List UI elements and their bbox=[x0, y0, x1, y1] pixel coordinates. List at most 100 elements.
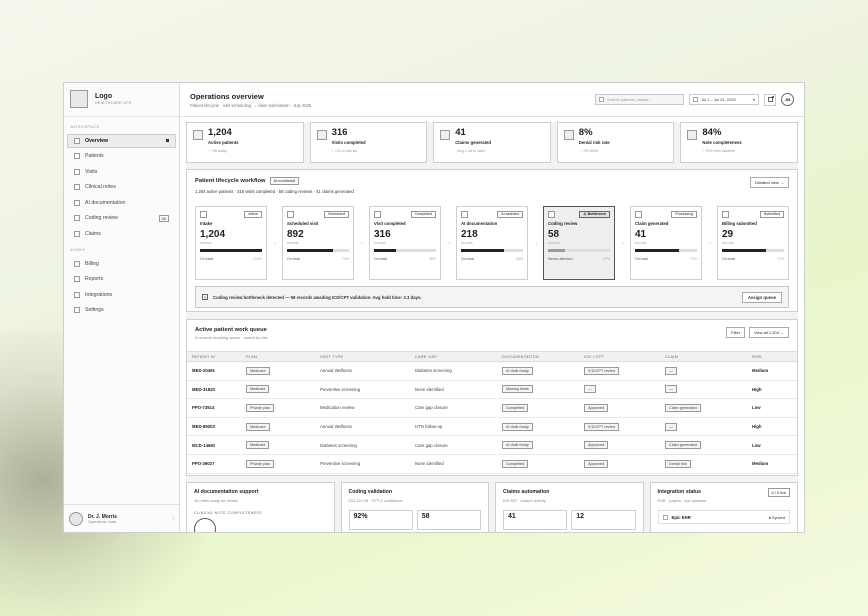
sidebar-item-clinical-notes[interactable]: Clinical notes bbox=[67, 180, 176, 194]
sidebar-item-visits[interactable]: Visits bbox=[67, 165, 176, 179]
stage-card-visit-completed[interactable]: Completed Visit completed 316 records On tra… bbox=[369, 206, 441, 280]
cell-claim: — bbox=[660, 380, 747, 400]
stage-checkbox[interactable] bbox=[635, 211, 642, 218]
sidebar-item-label: AI documentation bbox=[85, 199, 126, 206]
chip-icd: ICD/CPT review bbox=[584, 366, 620, 375]
sidebar-item-patients[interactable]: Patients bbox=[67, 149, 176, 163]
view-all-button[interactable]: View all 1,204 → bbox=[749, 327, 789, 338]
stage-name: AI documentation bbox=[461, 221, 498, 226]
stage-checkbox[interactable] bbox=[287, 211, 294, 218]
search-input[interactable]: Search patients, claims... bbox=[595, 94, 684, 105]
content: 1,204 Active patients ↑ +38 today 316 Visits… bbox=[186, 122, 798, 532]
table-row[interactable]: MED-20491 Medicare Annual Wellness Diabetes… bbox=[187, 361, 797, 381]
column-header-care-gap[interactable]: CARE GAP bbox=[410, 351, 497, 362]
sidebar-item-ai-documentation[interactable]: AI documentation bbox=[67, 196, 176, 210]
table-row[interactable]: MED-31820 Medicaid Preventive screening Non… bbox=[187, 380, 797, 400]
kpi-icon bbox=[316, 130, 327, 140]
kpi-label: Claims generated bbox=[455, 140, 492, 145]
integration-status-card[interactable]: Integration status EHR · payers · ops sy… bbox=[649, 482, 798, 532]
column-header-documentation[interactable]: DOCUMENTATION bbox=[497, 351, 579, 362]
chip-doc: Completed bbox=[502, 403, 529, 412]
table-row[interactable]: MCD-14682 Medicaid Diabetes screening Care … bbox=[187, 435, 797, 455]
sidebar-item-label: Coding review bbox=[85, 215, 118, 221]
claims-automation-card[interactable]: Claims automation EDI 837 · today's acti… bbox=[495, 482, 644, 532]
notifications-button[interactable] bbox=[764, 93, 776, 106]
detailed-view-button[interactable]: Detailed view → bbox=[750, 177, 789, 188]
stage-checkbox[interactable] bbox=[200, 211, 207, 218]
table-row[interactable]: PPO-73514 Private plan Medication review Ca… bbox=[187, 398, 797, 418]
sidebar-item-label: Clinical notes bbox=[85, 184, 116, 190]
assign-queue-button[interactable]: Assign queue bbox=[741, 291, 782, 303]
stage-checkbox[interactable] bbox=[722, 211, 729, 218]
chip-claim: Claim generated bbox=[665, 403, 701, 412]
sidebar-item-claims[interactable]: Claims bbox=[67, 227, 176, 241]
stage-status-badge: AI-assisted bbox=[497, 211, 523, 218]
stage-status-badge: Processing bbox=[671, 211, 697, 218]
kpi-trend: ↑ −2% MoM bbox=[578, 149, 598, 153]
stage-checkbox[interactable] bbox=[374, 211, 381, 218]
column-header-risk[interactable]: RISK bbox=[747, 351, 797, 362]
cell-plan: Medicare bbox=[241, 361, 315, 381]
date-range-picker[interactable]: Jul 1 – Jul 31, 2025 ▾ bbox=[689, 94, 759, 105]
nav-item-icon bbox=[74, 184, 80, 190]
stage-card-intake[interactable]: Active Intake 1,204 records On track 100% bbox=[195, 206, 267, 280]
workflow-panel: Patient lifecycle workflow AI-monitored … bbox=[186, 169, 798, 312]
arrow-right-icon: → bbox=[272, 240, 277, 246]
page-subtitle: Patient lifecycle · visit scheduling → c… bbox=[190, 102, 312, 108]
alert-icon: ! bbox=[202, 294, 208, 300]
ai-documentation-card[interactable]: AI documentation support 12 notes ready … bbox=[186, 482, 335, 532]
column-header-icd-cpt[interactable]: ICD / CPT bbox=[579, 351, 660, 362]
column-header-patient-id[interactable]: PATIENT ID bbox=[187, 351, 241, 362]
user-name: Dr. J. Morris bbox=[88, 513, 117, 520]
stage-card-claim-generated[interactable]: Processing Claim generated 41 records On tra… bbox=[630, 206, 702, 280]
stage-card-ai-documentation[interactable]: AI-assisted AI documentation 218 records On … bbox=[456, 206, 528, 280]
stage-header: Scheduled bbox=[287, 211, 349, 218]
kpi-icon bbox=[563, 130, 574, 140]
stage-card-coding-review[interactable]: ⚠ Bottleneck Coding review 58 records Needs … bbox=[543, 206, 615, 280]
completeness-ring bbox=[194, 518, 216, 532]
stage-unit: records bbox=[548, 241, 560, 245]
stage-value: 58 bbox=[548, 229, 560, 240]
sidebar-item-reports[interactable]: Reports bbox=[67, 272, 176, 286]
stage-card-billing-submitted[interactable]: Submitted Billing submitted 29 records On tr… bbox=[717, 206, 789, 280]
kpi-card[interactable]: 1,204 Active patients ↑ +38 today bbox=[186, 122, 304, 163]
stage-header: Completed bbox=[374, 211, 436, 218]
arrow-right-icon: → bbox=[533, 240, 538, 246]
sidebar-item-overview[interactable]: Overview bbox=[67, 133, 176, 148]
column-header-claim[interactable]: CLAIM bbox=[660, 351, 747, 362]
header-avatar[interactable]: JM bbox=[781, 93, 794, 106]
ai-doc-subtitle: 12 notes ready for review bbox=[194, 498, 238, 503]
sidebar-item-billing[interactable]: Billing bbox=[67, 257, 176, 271]
kpi-card[interactable]: 84% Note completeness ↑ +5% from baseline bbox=[680, 122, 798, 163]
integration-row[interactable]: Epic EHR ● Synced bbox=[657, 510, 790, 524]
alert-text: Coding review bottleneck detected — 58 r… bbox=[213, 294, 422, 300]
kpi-card[interactable]: 316 Visits completed ↑ +12 vs last wk bbox=[309, 122, 428, 163]
sidebar-item-settings[interactable]: Settings bbox=[67, 303, 176, 317]
cell-plan: Medicare bbox=[241, 417, 315, 437]
stage-checkbox[interactable] bbox=[461, 211, 468, 218]
stage-card-scheduled-visit[interactable]: Scheduled Scheduled visit 892 records On tra… bbox=[282, 206, 354, 280]
kpi-card[interactable]: 8% Denial risk rate ↑ −2% MoM bbox=[556, 122, 675, 163]
cell-risk: High bbox=[747, 380, 797, 400]
kpi-card[interactable]: 41 Claims generated ↑ Avg 1.4d to claim bbox=[433, 122, 551, 163]
table-row[interactable]: PPO-39027 Private plan Preventive screenin… bbox=[187, 454, 797, 474]
column-header-plan[interactable]: PLAN bbox=[241, 351, 315, 362]
stage-state: On track bbox=[461, 257, 475, 261]
cell-gap: None identified bbox=[410, 454, 497, 474]
sidebar-item-integrations[interactable]: Integrations bbox=[67, 288, 176, 302]
filter-button[interactable]: Filter bbox=[726, 327, 746, 338]
coding-validation-card[interactable]: Coding validation ICD-10-CM · CPT-4 conf… bbox=[340, 482, 489, 532]
claims-generated-count: 41 bbox=[503, 510, 568, 530]
nav-item-icon bbox=[74, 260, 80, 267]
table-row[interactable]: MED-89203 Medicare Annual Wellness HTN foll… bbox=[187, 417, 797, 437]
user-profile[interactable]: Dr. J. Morris Operations Lead › bbox=[64, 504, 179, 532]
brand[interactable]: Logo HEALTHCARE OPS bbox=[64, 83, 179, 117]
nav-item-icon bbox=[74, 276, 80, 282]
cell-risk: Medium bbox=[747, 454, 797, 474]
sidebar-item-coding-review[interactable]: Coding review 58 bbox=[67, 211, 176, 225]
stage-checkbox[interactable] bbox=[548, 211, 555, 218]
column-header-visit-type[interactable]: VISIT TYPE bbox=[315, 351, 410, 362]
stage-header: ⚠ Bottleneck bbox=[548, 211, 610, 218]
chip-plan: Medicaid bbox=[246, 441, 270, 450]
chevron-right-icon[interactable]: › bbox=[173, 516, 174, 521]
